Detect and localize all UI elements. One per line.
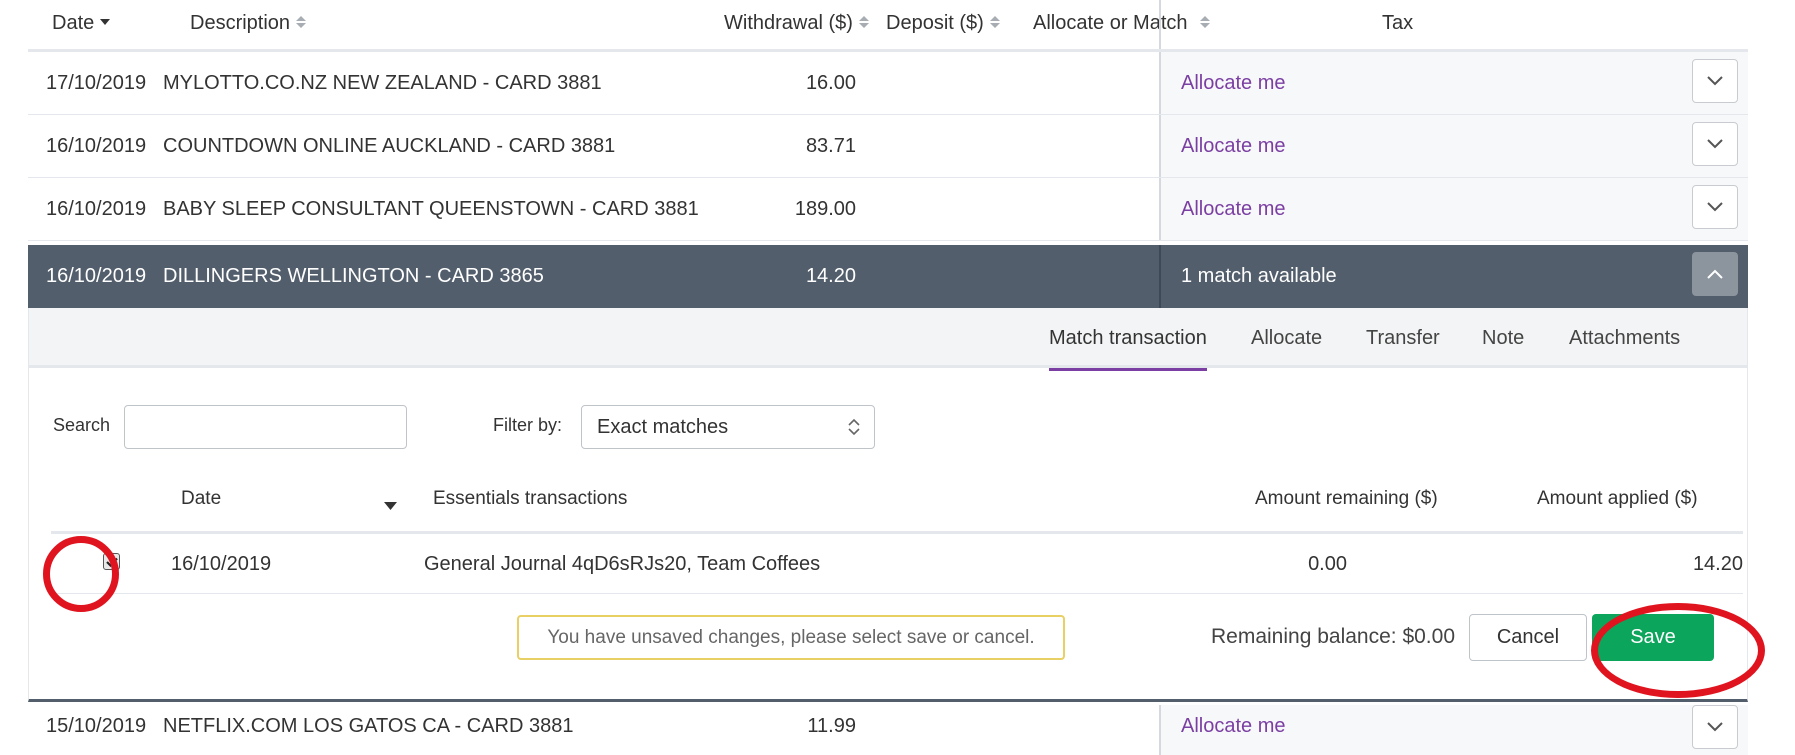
row-description: COUNTDOWN ONLINE AUCKLAND - CARD 3881 (163, 135, 616, 157)
cancel-button[interactable]: Cancel (1469, 614, 1587, 661)
header-date[interactable]: Date (52, 0, 111, 46)
tab-attachments[interactable]: Attachments (1569, 308, 1680, 368)
allocate-me-link[interactable]: Allocate me (1181, 115, 1286, 177)
match-area: 1 match available (1159, 245, 1748, 308)
row-withdrawal: 11.99 (807, 715, 856, 737)
row-description: BABY SLEEP CONSULTANT QUEENSTOWN - CARD … (163, 198, 699, 220)
sort-icon (296, 15, 307, 28)
allocate-me-link[interactable]: Allocate me (1181, 52, 1286, 114)
expand-button[interactable] (1692, 122, 1738, 166)
allocate-area: Allocate me (1159, 115, 1748, 177)
tab-allocate[interactable]: Allocate (1251, 308, 1322, 368)
remaining-balance: Remaining balance: $0.00 (1211, 625, 1456, 648)
match-remaining: 0.00 (1308, 553, 1347, 575)
transaction-row[interactable]: 17/10/2019 MYLOTTO.CO.NZ NEW ZEALAND - C… (28, 52, 1748, 115)
row-description: DILLINGERS WELLINGTON - CARD 3865 (163, 265, 544, 287)
tab-note[interactable]: Note (1482, 308, 1524, 368)
header-allocate[interactable]: Allocate or Match (1033, 0, 1210, 46)
col-remaining: Amount remaining ($) (1255, 488, 1438, 509)
collapse-button[interactable] (1692, 252, 1738, 296)
transactions-header: Date Description Withdrawal ($) Deposit … (28, 0, 1748, 52)
row-date: 16/10/2019 (46, 135, 147, 157)
filter-select[interactable]: Exact matches (581, 405, 875, 449)
row-date: 16/10/2019 (46, 265, 147, 287)
chevron-down-icon (1707, 139, 1723, 149)
unsaved-warning: You have unsaved changes, please select … (517, 615, 1065, 660)
sort-icon (989, 15, 1000, 28)
allocate-area: Allocate me (1159, 52, 1748, 114)
expand-button[interactable] (1692, 185, 1738, 229)
row-date: 16/10/2019 (46, 198, 147, 220)
match-row[interactable]: 16/10/2019 General Journal 4qD6sRJs20, T… (51, 531, 1743, 594)
row-withdrawal: 189.00 (794, 198, 856, 220)
match-checkbox[interactable] (103, 553, 120, 570)
tab-transfer[interactable]: Transfer (1366, 308, 1440, 368)
header-deposit-label: Deposit ($) (886, 12, 984, 34)
allocate-me-link[interactable]: Allocate me (1181, 178, 1286, 240)
header-allocate-label: Allocate or Match (1033, 12, 1188, 34)
match-description: General Journal 4qD6sRJs20, Team Coffees (424, 553, 821, 575)
transaction-row[interactable]: 16/10/2019 COUNTDOWN ONLINE AUCKLAND - C… (28, 115, 1748, 178)
sort-icon (858, 15, 869, 28)
transaction-row[interactable]: 15/10/2019 NETFLIX.COM LOS GATOS CA - CA… (28, 705, 1748, 755)
row-description: MYLOTTO.CO.NZ NEW ZEALAND - CARD 3881 (163, 72, 602, 94)
header-tax: Tax (1382, 0, 1413, 46)
filter-select-value: Exact matches (597, 416, 729, 438)
row-withdrawal: 83.71 (805, 135, 856, 157)
match-date: 16/10/2019 (171, 553, 272, 575)
panel-tabs: Match transaction Allocate Transfer Note… (29, 308, 1747, 371)
sort-icon (1199, 15, 1210, 28)
header-description[interactable]: Description (190, 0, 307, 46)
allocate-area: Allocate me (1159, 705, 1748, 755)
match-applied: 14.20 (1692, 553, 1743, 575)
search-label: Search (53, 415, 111, 435)
header-tax-label: Tax (1382, 12, 1414, 34)
select-arrows-icon (848, 418, 860, 436)
header-withdrawal-label: Withdrawal ($) (724, 12, 853, 34)
match-available-label[interactable]: 1 match available (1181, 245, 1337, 307)
header-date-label: Date (52, 12, 95, 34)
col-date[interactable]: Date (181, 488, 221, 510)
expand-button[interactable] (1692, 59, 1738, 103)
allocate-me-link[interactable]: Allocate me (1181, 695, 1286, 755)
save-button[interactable]: Save (1592, 614, 1714, 661)
chevron-down-icon (1707, 722, 1723, 732)
filter-label: Filter by: (493, 415, 563, 435)
chevron-down-icon (1707, 202, 1723, 212)
chevron-up-icon (1707, 269, 1723, 279)
col-essentials: Essentials transactions (433, 488, 628, 509)
sort-desc-icon (100, 18, 111, 25)
transaction-row[interactable]: 16/10/2019 BABY SLEEP CONSULTANT QUEENST… (28, 178, 1748, 241)
transaction-row-selected[interactable]: 16/10/2019 DILLINGERS WELLINGTON - CARD … (28, 245, 1748, 308)
sort-desc-icon[interactable] (384, 502, 397, 510)
search-input[interactable] (124, 405, 407, 449)
expand-button[interactable] (1692, 705, 1738, 749)
col-applied: Amount applied ($) (1537, 488, 1698, 509)
allocate-area: Allocate me (1159, 178, 1748, 240)
row-date: 17/10/2019 (46, 72, 147, 94)
header-divider (1159, 0, 1161, 49)
row-date: 15/10/2019 (46, 715, 147, 737)
row-withdrawal: 14.20 (805, 265, 856, 287)
header-deposit[interactable]: Deposit ($) (886, 0, 1000, 46)
row-withdrawal: 16.00 (805, 72, 856, 94)
row-description: NETFLIX.COM LOS GATOS CA - CARD 3881 (163, 715, 574, 737)
header-description-label: Description (190, 12, 291, 34)
check-icon (105, 557, 118, 567)
header-withdrawal[interactable]: Withdrawal ($) (724, 0, 869, 46)
match-panel: Match transaction Allocate Transfer Note… (28, 308, 1748, 702)
chevron-down-icon (1707, 76, 1723, 86)
tab-match-transaction[interactable]: Match transaction (1049, 308, 1207, 371)
